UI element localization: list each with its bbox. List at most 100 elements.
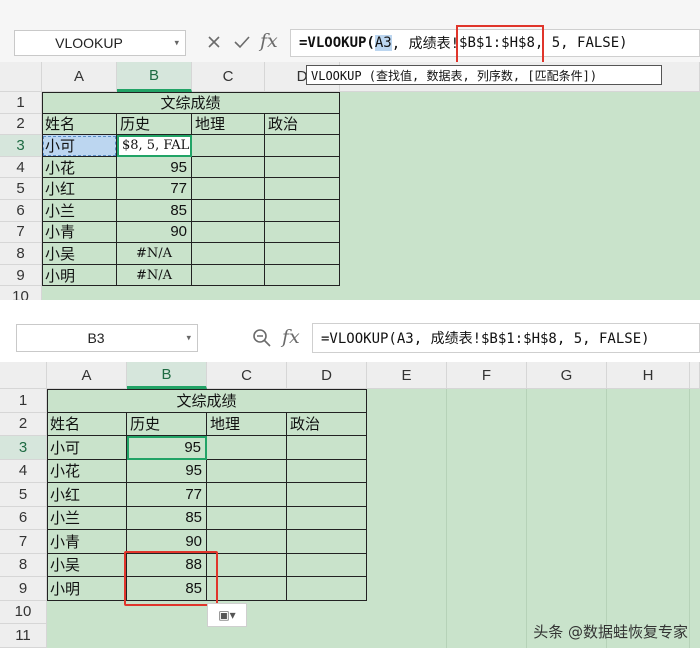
history-cell[interactable]: 85	[127, 506, 207, 530]
geography-cell[interactable]	[192, 264, 265, 287]
row-header[interactable]: 8	[0, 243, 42, 265]
select-all-corner[interactable]	[0, 62, 42, 92]
row-header[interactable]: 6	[0, 200, 42, 222]
name-cell[interactable]: 小兰	[47, 506, 127, 530]
name-cell[interactable]: 小吴	[47, 553, 127, 577]
history-cell[interactable]: 95	[127, 459, 207, 483]
sheet-title[interactable]: 文综成绩	[42, 92, 340, 114]
row-header[interactable]: 4	[0, 156, 42, 179]
empty-cell[interactable]	[192, 286, 265, 300]
name-cell[interactable]: 小吴	[42, 243, 117, 265]
name-cell[interactable]: 小花	[47, 459, 127, 483]
politics-cell[interactable]	[287, 553, 367, 577]
history-cell[interactable]: 88	[127, 553, 207, 577]
empty-cell[interactable]	[207, 624, 287, 648]
column-label[interactable]: 地理	[192, 113, 265, 136]
name-cell[interactable]: 小青	[47, 530, 127, 554]
history-cell[interactable]: 85	[127, 577, 207, 601]
politics-cell[interactable]	[287, 459, 367, 483]
empty-cell[interactable]	[47, 624, 127, 648]
politics-cell[interactable]	[287, 530, 367, 554]
history-cell[interactable]: 95	[127, 436, 207, 460]
politics-cell[interactable]	[265, 243, 340, 265]
row-header[interactable]: 5	[0, 483, 47, 507]
row-header[interactable]: 6	[0, 506, 47, 530]
column-header[interactable]: C	[192, 62, 265, 92]
row-header[interactable]: 1	[0, 389, 47, 413]
politics-cell[interactable]	[265, 135, 340, 157]
empty-cell[interactable]	[117, 286, 192, 300]
name-box[interactable]: VLOOKUP ▾	[14, 30, 186, 56]
column-header[interactable]: D	[287, 362, 367, 389]
column-header[interactable]: B	[117, 62, 192, 92]
geography-cell[interactable]	[192, 135, 265, 157]
chevron-down-icon[interactable]: ▾	[186, 333, 191, 344]
column-header[interactable]: A	[47, 362, 127, 389]
empty-cell[interactable]	[47, 600, 127, 624]
column-header[interactable]: E	[367, 362, 447, 389]
row-header[interactable]: 2	[0, 412, 47, 436]
history-cell[interactable]: 90	[127, 530, 207, 554]
formula-input-bottom[interactable]: =VLOOKUP(A3, 成绩表!$B$1:$H$8, 5, FALSE)	[312, 323, 700, 353]
column-label[interactable]: 姓名	[47, 412, 127, 436]
name-cell[interactable]: 小可	[47, 436, 127, 460]
row-header[interactable]: 2	[0, 113, 42, 136]
history-cell[interactable]: 77	[127, 483, 207, 507]
row-header[interactable]: 8	[0, 553, 47, 577]
name-cell[interactable]: 小明	[42, 264, 117, 287]
history-cell[interactable]: #N/A	[117, 264, 192, 287]
row-header[interactable]: 1	[0, 92, 42, 114]
check-icon[interactable]	[233, 34, 251, 50]
name-cell[interactable]: 小青	[42, 221, 117, 244]
column-label[interactable]: 历史	[117, 113, 192, 136]
column-label[interactable]: 历史	[127, 412, 207, 436]
row-header[interactable]: 11	[0, 624, 47, 648]
row-header[interactable]: 3	[0, 436, 47, 460]
name-box-bottom[interactable]: B3 ▾	[16, 324, 198, 352]
column-header[interactable]: B	[127, 362, 207, 389]
name-cell[interactable]: 小红	[42, 178, 117, 200]
geography-cell[interactable]	[192, 243, 265, 265]
geography-cell[interactable]	[207, 483, 287, 507]
history-cell[interactable]: #N/A	[117, 243, 192, 265]
geography-cell[interactable]	[192, 200, 265, 222]
fx-icon[interactable]: fx	[282, 326, 300, 348]
history-cell[interactable]: 90	[117, 221, 192, 244]
row-header[interactable]: 3	[0, 135, 42, 157]
row-header[interactable]: 4	[0, 459, 47, 483]
paste-options-icon[interactable]: ▣▾	[207, 603, 247, 627]
name-cell[interactable]: 小红	[47, 483, 127, 507]
empty-cell[interactable]	[265, 286, 340, 300]
sheet-title[interactable]: 文综成绩	[47, 389, 367, 413]
geography-cell[interactable]	[192, 156, 265, 179]
column-header[interactable]: H	[607, 362, 690, 389]
politics-cell[interactable]	[265, 200, 340, 222]
politics-cell[interactable]	[287, 506, 367, 530]
empty-cell[interactable]	[42, 286, 117, 300]
empty-cell[interactable]	[127, 600, 207, 624]
select-all-corner[interactable]	[0, 362, 47, 389]
politics-cell[interactable]	[265, 264, 340, 287]
politics-cell[interactable]	[265, 156, 340, 179]
politics-cell[interactable]	[287, 483, 367, 507]
geography-cell[interactable]	[207, 577, 287, 601]
geography-cell[interactable]	[207, 436, 287, 460]
column-header[interactable]: G	[527, 362, 607, 389]
column-label[interactable]: 姓名	[42, 113, 117, 136]
name-cell[interactable]: 小花	[42, 156, 117, 179]
row-header[interactable]: 7	[0, 530, 47, 554]
row-header[interactable]: 9	[0, 264, 42, 287]
chevron-down-icon[interactable]: ▾	[174, 38, 179, 49]
zoom-icon[interactable]	[252, 328, 272, 348]
history-cell[interactable]: 95	[117, 156, 192, 179]
empty-cell[interactable]	[287, 624, 367, 648]
column-header[interactable]: A	[42, 62, 117, 92]
geography-cell[interactable]	[207, 553, 287, 577]
empty-cell[interactable]	[127, 624, 207, 648]
geography-cell[interactable]	[192, 178, 265, 200]
column-label[interactable]: 政治	[265, 113, 340, 136]
geography-cell[interactable]	[207, 506, 287, 530]
politics-cell[interactable]	[287, 436, 367, 460]
history-cell[interactable]: 85	[117, 200, 192, 222]
column-header[interactable]: F	[447, 362, 527, 389]
